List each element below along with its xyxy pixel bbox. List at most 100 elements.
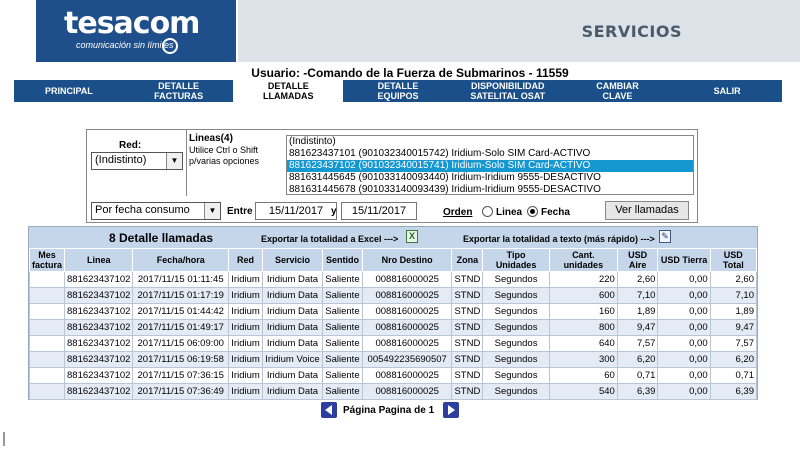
results-panel: 8 Detalle llamadas Exportar la totalidad… xyxy=(28,226,758,400)
table-cell: 008816000025 xyxy=(361,271,453,288)
table-cell: 881623437102 xyxy=(64,287,134,304)
table-cell xyxy=(28,319,66,336)
table-cell: 600 xyxy=(548,287,618,304)
table-cell: 7,10 xyxy=(616,287,659,304)
table-cell: 220 xyxy=(548,271,618,288)
table-cell: 2017/11/15 01:49:17 xyxy=(132,319,230,336)
table-cell: 008816000025 xyxy=(361,303,453,320)
pager-label: Página Pagina de 1 xyxy=(343,405,435,416)
table-cell: STND xyxy=(451,383,484,400)
radio-linea-label[interactable]: Linea xyxy=(496,207,522,218)
tab-detalle-facturas[interactable]: DETALLE FACTURAS xyxy=(124,80,234,102)
column-header: Red xyxy=(228,248,264,272)
export-text-link[interactable]: Exportar la totalidad a texto (más rápid… xyxy=(463,234,655,244)
excel-icon[interactable]: X xyxy=(406,230,418,243)
radio-fecha[interactable] xyxy=(527,206,538,217)
table-cell: Saliente xyxy=(321,303,363,320)
table-row: 881623437102 2017/11/15 07:36:49 Iridium Ir… xyxy=(28,383,758,400)
table-cell: Iridium xyxy=(228,335,264,352)
red-label: Red: xyxy=(119,140,142,151)
table-header-row: Mes factura Linea Fecha/hora Red Servicio Sen… xyxy=(28,248,758,272)
globe-icon xyxy=(162,38,178,54)
table-cell: 2017/11/15 07:36:49 xyxy=(132,383,230,400)
column-header: Tipo Unidades xyxy=(482,248,550,272)
lineas-listbox[interactable]: (Indistinto) 881623437101 (9010323400157… xyxy=(286,135,694,195)
table-row: 881623437102 2017/11/15 01:44:42 Iridium Ir… xyxy=(28,303,758,320)
table-cell: 1,89 xyxy=(709,303,758,320)
ver-llamadas-button[interactable]: Ver llamadas xyxy=(605,201,689,220)
lineas-option[interactable]: 881631445645 (901033140093440) Iridium-I… xyxy=(287,172,693,184)
table-row: 881623437102 2017/11/15 06:09:00 Iridium Ir… xyxy=(28,335,758,352)
table-cell: 6,20 xyxy=(616,351,659,368)
table-cell: 2017/11/15 06:19:58 xyxy=(132,351,230,368)
table-cell: STND xyxy=(451,335,484,352)
radio-fecha-label[interactable]: Fecha xyxy=(541,207,570,218)
tesacom-logo[interactable]: tesacom comunicación sin límites xyxy=(36,0,236,62)
column-header: USD Total xyxy=(709,248,758,272)
table-cell: 540 xyxy=(548,383,618,400)
export-excel-link[interactable]: Exportar la totalidad a Excel ---> xyxy=(261,234,398,244)
radio-linea[interactable] xyxy=(482,206,493,217)
table-cell: Iridium Data xyxy=(262,335,323,352)
lineas-option[interactable]: 881631445678 (901033140093439) Iridium-I… xyxy=(287,184,693,194)
main-nav: PRINCIPAL DETALLE FACTURAS DETALLE LLAMA… xyxy=(14,79,782,102)
table-cell: 2017/11/15 01:11:45 xyxy=(132,271,230,288)
table-cell: Iridium Data xyxy=(262,271,323,288)
table-cell: Saliente xyxy=(321,367,363,384)
lineas-option-selected[interactable]: 881623437102 (901032340015741) Iridium-S… xyxy=(287,160,693,172)
table-cell xyxy=(28,303,66,320)
date-from-input[interactable]: 15/11/2017 xyxy=(255,202,337,220)
lineas-option[interactable]: (Indistinto) xyxy=(287,136,693,148)
table-row: 881623437102 2017/11/15 07:36:15 Iridium Ir… xyxy=(28,367,758,384)
section-title: SERVICIOS xyxy=(581,22,682,41)
table-cell: 008816000025 xyxy=(361,335,453,352)
tab-disponibilidad-satelital[interactable]: DISPONIBILIDAD SATELITAL OSAT xyxy=(453,80,563,102)
table-cell: Iridium Voice xyxy=(262,351,323,368)
table-cell xyxy=(28,383,66,400)
table-cell: 2017/11/15 07:36:15 xyxy=(132,367,230,384)
order-select[interactable]: Por fecha consumo ▼ xyxy=(91,202,221,220)
column-header: Cant. unidades xyxy=(548,248,618,272)
table-cell: 2017/11/15 01:44:42 xyxy=(132,303,230,320)
table-cell: Iridium Data xyxy=(262,319,323,336)
table-cell: 008816000025 xyxy=(361,287,453,304)
arrow-left-icon[interactable] xyxy=(321,402,337,418)
arrow-right-icon[interactable] xyxy=(443,402,459,418)
table-cell: STND xyxy=(451,303,484,320)
table-cell: Iridium Data xyxy=(262,287,323,304)
table-cell xyxy=(28,335,66,352)
red-select[interactable]: (Indistinto) ▼ xyxy=(91,152,183,170)
logo-tagline: comunicación sin límites xyxy=(76,40,174,50)
header: tesacom comunicación sin límites SERVICI… xyxy=(0,0,800,66)
section-banner: SERVICIOS xyxy=(238,0,800,62)
column-header: Linea xyxy=(64,248,134,272)
table-cell: Iridium xyxy=(228,287,264,304)
tab-detalle-equipos[interactable]: DETALLE EQUIPOS xyxy=(343,80,453,102)
table-cell: 2017/11/15 06:09:00 xyxy=(132,335,230,352)
column-header: Sentido xyxy=(321,248,363,272)
tab-detalle-llamadas[interactable]: DETALLE LLAMADAS xyxy=(233,79,344,102)
table-cell xyxy=(28,367,66,384)
red-box: Red: (Indistinto) ▼ xyxy=(87,130,187,196)
table-cell: 300 xyxy=(548,351,618,368)
table-row: 881623437102 2017/11/15 06:19:58 Iridium Ir… xyxy=(28,351,758,368)
text-file-icon[interactable]: ✎ xyxy=(659,230,671,243)
filter-row-dates: Por fecha consumo ▼ Entre 15/11/2017 y 1… xyxy=(87,198,699,222)
chevron-down-icon: ▼ xyxy=(166,153,182,169)
date-to-input[interactable]: 15/11/2017 xyxy=(341,202,417,220)
table-cell: Iridium Data xyxy=(262,367,323,384)
table-cell: 9,47 xyxy=(616,319,659,336)
table-cell: 7,57 xyxy=(709,335,758,352)
tab-cambiar-clave[interactable]: CAMBIAR CLAVE xyxy=(563,80,673,102)
table-cell: 7,57 xyxy=(616,335,659,352)
table-cell: STND xyxy=(451,287,484,304)
orden-label: Orden xyxy=(443,207,473,218)
table-cell: 0,00 xyxy=(657,271,711,288)
results-title: 8 Detalle llamadas xyxy=(109,231,214,245)
lineas-option[interactable]: 881623437101 (901032340015742) Iridium-S… xyxy=(287,148,693,160)
table-cell: Segundos xyxy=(482,303,550,320)
table-cell: 800 xyxy=(548,319,618,336)
tab-salir[interactable]: SALIR xyxy=(672,80,782,102)
table-cell: 005492235690507 xyxy=(361,351,453,368)
tab-principal[interactable]: PRINCIPAL xyxy=(14,80,124,102)
